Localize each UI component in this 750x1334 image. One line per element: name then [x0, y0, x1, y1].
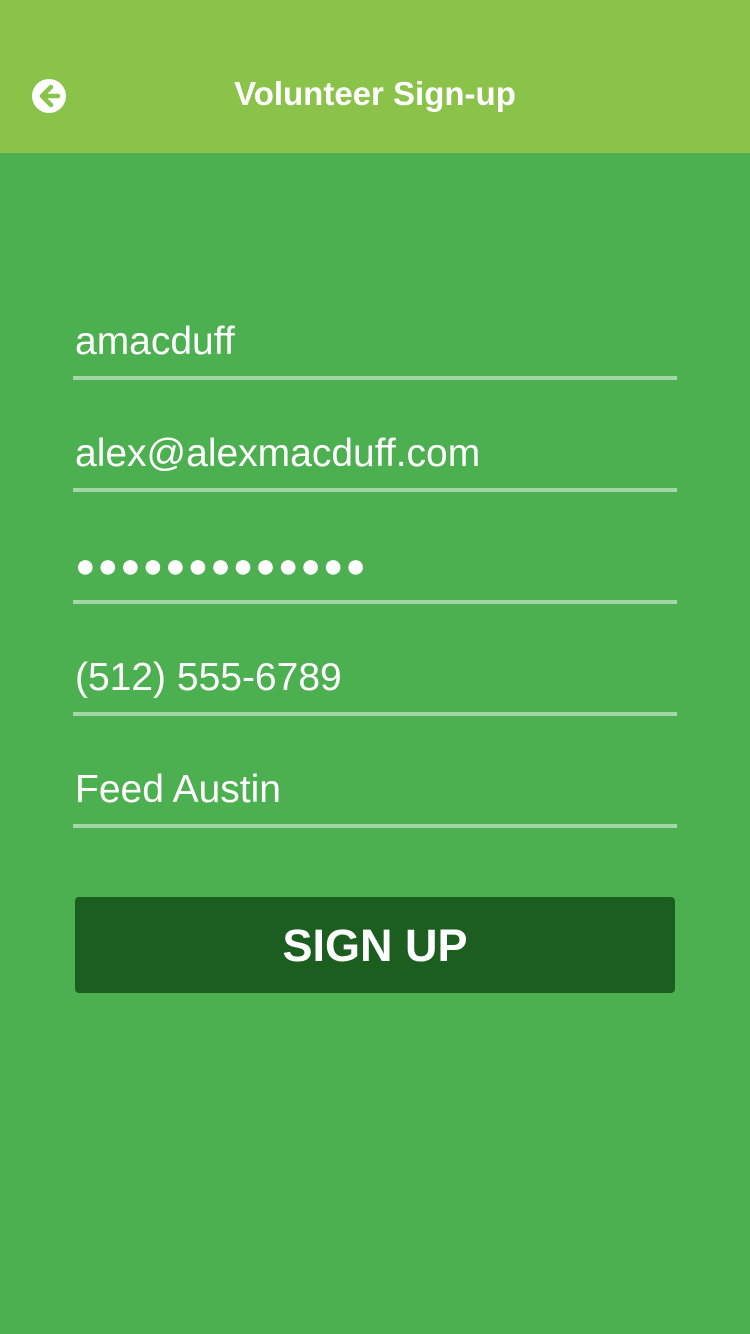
- page-title: Volunteer Sign-up: [234, 75, 516, 112]
- password-field[interactable]: [73, 534, 677, 604]
- username-input[interactable]: [75, 314, 671, 370]
- phone-field[interactable]: [73, 646, 677, 716]
- app-header: Volunteer Sign-up: [0, 0, 750, 153]
- username-field[interactable]: [73, 310, 677, 380]
- organization-field[interactable]: [73, 758, 677, 828]
- sign-up-button[interactable]: SIGN UP: [75, 897, 675, 993]
- password-input[interactable]: [75, 538, 671, 594]
- organization-input[interactable]: [75, 762, 671, 818]
- phone-input[interactable]: [75, 650, 671, 706]
- email-input[interactable]: [75, 426, 671, 482]
- email-field[interactable]: [73, 422, 677, 492]
